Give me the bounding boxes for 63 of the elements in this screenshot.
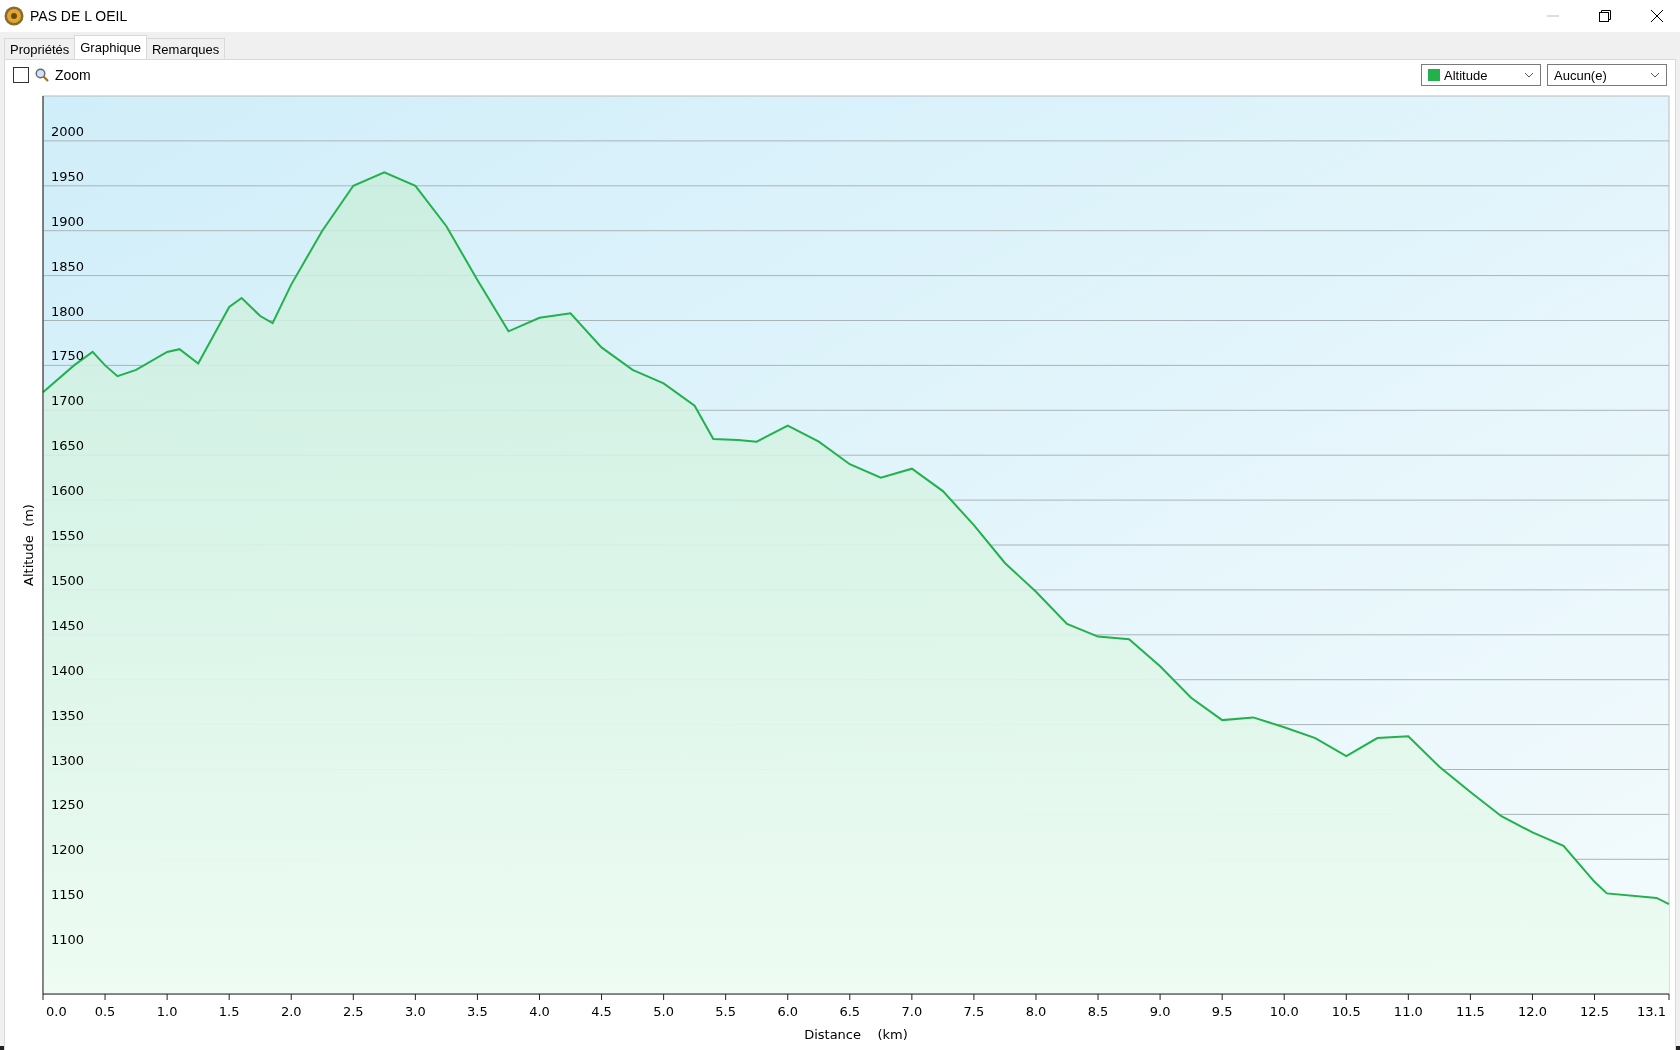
- window-title: PAS DE L OEIL: [30, 8, 129, 24]
- restore-icon: [1599, 10, 1611, 22]
- axis-tick-label: 11.5: [1455, 1004, 1485, 1019]
- axis-tick-label: 1600: [51, 483, 85, 499]
- axis-tick-label: 12.0: [1518, 1004, 1547, 1019]
- axis-tick-label: 1650: [51, 438, 85, 454]
- axis-tick-label: 1.0: [156, 1004, 178, 1019]
- axis-tick-label: 3.0: [405, 1004, 426, 1019]
- axis-tick-label: 0.0: [46, 1004, 67, 1019]
- axis-tick-label: 1800: [51, 303, 85, 319]
- axis-tick-label: 10.0: [1269, 1004, 1299, 1019]
- axis-tick-label: 6.0: [777, 1004, 799, 1019]
- tab[interactable]: Propriétés: [4, 38, 76, 59]
- tab[interactable]: Graphique: [74, 35, 147, 59]
- axis-tick-label: 7.5: [963, 1004, 985, 1019]
- axis-tick-label: 7.0: [901, 1004, 923, 1019]
- axis-tick-label: 13.1: [1637, 1004, 1666, 1019]
- zoom-label: Zoom: [55, 67, 91, 83]
- axis-tick-label: 11.0: [1393, 1004, 1423, 1019]
- axis-tick-label: 3.5: [467, 1004, 488, 1019]
- zoom-checkbox[interactable]: [13, 67, 29, 83]
- magnifier-icon: [35, 68, 49, 82]
- close-icon: [1650, 9, 1664, 23]
- axis-tick-label: 1250: [51, 797, 85, 813]
- axis-tick-label: 1450: [51, 617, 85, 633]
- y-axis-title: Altitude (m): [21, 504, 36, 586]
- axis-tick-label: 1200: [51, 842, 85, 858]
- axis-tick-label: 1750: [51, 348, 85, 364]
- axis-tick-label: 8.0: [1025, 1004, 1047, 1019]
- axis-tick-label: 8.5: [1087, 1004, 1109, 1019]
- axis-tick-label: 1350: [51, 707, 85, 723]
- axis-tick-label: 1150: [51, 887, 85, 903]
- axis-tick-label: 1300: [51, 752, 85, 768]
- axis-tick-label: 2.0: [280, 1004, 302, 1019]
- axis-tick-label: 1.5: [218, 1004, 240, 1019]
- axis-tick-label: 1550: [51, 528, 85, 543]
- axis-tick-label: 2.5: [342, 1004, 364, 1019]
- axis-tick-label: 4.5: [591, 1004, 612, 1019]
- second-series-dropdown[interactable]: Aucun(e): [1547, 64, 1667, 86]
- series-dropdown[interactable]: Altitude: [1421, 64, 1541, 86]
- axis-tick-label: 2000: [51, 123, 85, 139]
- axis-tick-label: 0.5: [94, 1004, 116, 1019]
- axis-tick-label: 1100: [51, 932, 85, 948]
- axis-tick-label: 5.0: [653, 1004, 674, 1019]
- axis-tick-label: 10.5: [1331, 1004, 1361, 1019]
- axis-tick-label: 1900: [51, 213, 85, 229]
- axis-tick-label: 4.0: [529, 1004, 550, 1019]
- axis-tick-label: 1700: [51, 393, 85, 409]
- axis-tick-label: 9.0: [1149, 1004, 1171, 1019]
- axis-tick-label: 1400: [51, 662, 85, 678]
- axis-tick-label: 6.5: [839, 1004, 861, 1019]
- x-axis-title: Distance (km): [804, 1027, 908, 1042]
- axis-tick-label: 1500: [51, 572, 85, 588]
- axis-tick-label: 1950: [51, 168, 85, 184]
- app-logo-icon: [4, 6, 24, 26]
- tab[interactable]: Remarques: [145, 38, 226, 59]
- axis-tick-label: 9.5: [1211, 1004, 1233, 1019]
- chevron-down-icon: [1650, 72, 1660, 78]
- axis-tick-label: 5.5: [715, 1004, 736, 1019]
- axis-tick-label: 12.5: [1580, 1004, 1609, 1019]
- minimize-icon: [1547, 15, 1559, 17]
- axis-tick-label: 1850: [51, 258, 85, 274]
- chevron-down-icon: [1524, 72, 1534, 78]
